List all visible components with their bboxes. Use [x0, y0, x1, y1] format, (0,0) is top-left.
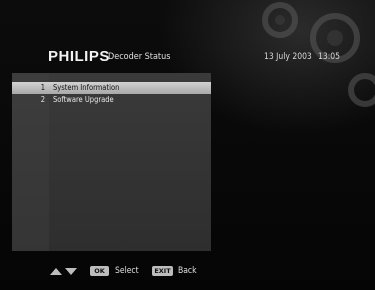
back-hint-label: Back — [178, 266, 197, 276]
menu-item-system-information[interactable]: 1 System Information — [12, 82, 211, 94]
ok-key-icon: OK — [90, 266, 109, 276]
page-title: Decoder Status — [108, 52, 171, 62]
time-display: 13:05 — [318, 52, 341, 62]
exit-key-icon: EXIT — [152, 266, 173, 276]
tv-screen: PHILIPS Decoder Status 13 July 2003 13:0… — [0, 0, 375, 290]
menu-item-number: 2 — [40, 95, 45, 104]
menu-item-label: Software Upgrade — [53, 95, 114, 104]
date-display: 13 July 2003 — [264, 52, 312, 62]
menu-item-software-upgrade[interactable]: 2 Software Upgrade — [12, 94, 211, 106]
philips-logo: PHILIPS — [48, 48, 110, 65]
menu-item-number: 1 — [40, 83, 45, 92]
select-hint-label: Select — [115, 266, 139, 276]
footer-hint-bar: OK Select EXIT Back — [0, 263, 375, 279]
up-down-arrows-icon — [50, 268, 77, 275]
menu-item-label: System Information — [53, 83, 120, 92]
